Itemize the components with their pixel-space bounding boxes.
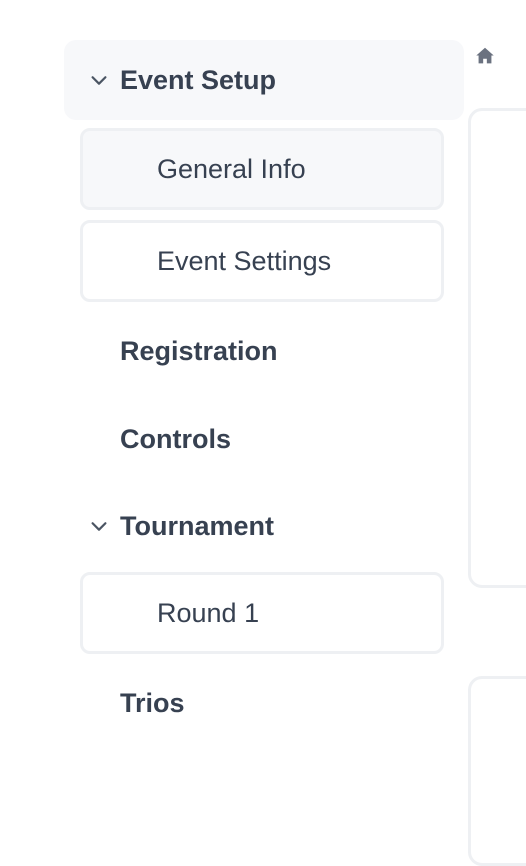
content-card [468,108,526,588]
sidebar-section-label: Event Setup [120,64,277,95]
sidebar-section-label: Trios [120,687,185,718]
sidebar-item-label: General Info [157,153,306,184]
sidebar-item-general-info[interactable]: General Info [80,128,444,210]
home-icon[interactable] [474,45,496,67]
sidebar-item-label: Event Settings [157,245,332,276]
sidebar-nav: Event Setup General Info Event Settings … [64,40,464,752]
sidebar-item-label: Round 1 [157,597,260,628]
sidebar-section-trios[interactable]: Trios [64,654,464,752]
chevron-down-icon [91,522,107,531]
sidebar-section-label: Controls [120,423,231,454]
chevron-down-icon [91,76,107,85]
sidebar-section-registration[interactable]: Registration [64,308,464,394]
content-card-secondary [468,676,526,866]
sidebar-section-label: Registration [120,335,278,366]
sidebar-item-event-settings[interactable]: Event Settings [80,220,444,302]
sidebar-section-event-setup[interactable]: Event Setup [64,40,464,120]
sidebar-section-controls[interactable]: Controls [64,394,464,484]
sidebar-section-tournament[interactable]: Tournament [64,484,464,568]
sidebar-item-round-1[interactable]: Round 1 [80,572,444,654]
sidebar-section-label: Tournament [120,510,274,541]
